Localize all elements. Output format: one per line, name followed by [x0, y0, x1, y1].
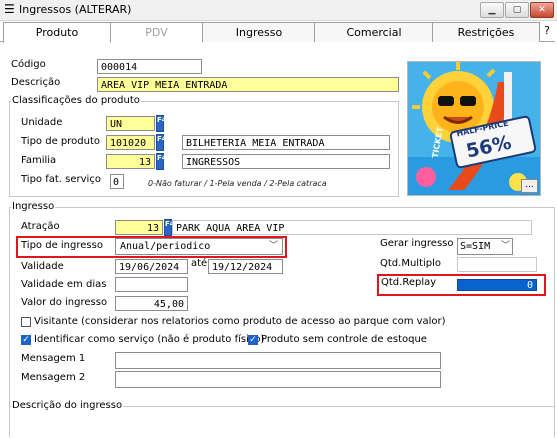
identificar-servico-label: Identificar como serviço (não é produto …: [34, 334, 265, 345]
chevron-down-icon: ﹀: [268, 241, 278, 251]
validade-label: Validade: [21, 261, 64, 272]
validade-de-field[interactable]: 19/06/2024: [115, 259, 188, 274]
familia-code-field[interactable]: 13: [106, 154, 155, 169]
tipo-produto-desc-field: BILHETERIA MEIA ENTRADA: [182, 135, 390, 150]
tipo-fat-label: Tipo fat. serviço: [21, 174, 101, 185]
tipo-fat-field[interactable]: 0: [110, 174, 124, 189]
validade-dias-field[interactable]: [115, 277, 188, 292]
chevron-down-icon: ﹀: [500, 241, 510, 251]
unidade-label: Unidade: [21, 117, 63, 128]
valor-ingresso-field[interactable]: 45,00: [115, 296, 188, 311]
descricao-field[interactable]: AREA VIP MEIA ENTRADA: [97, 77, 399, 92]
unidade-field[interactable]: UN: [106, 116, 155, 131]
atracao-lookup-button[interactable]: F4: [164, 219, 175, 236]
atracao-code-field[interactable]: 13: [115, 220, 163, 235]
descricao-label: Descrição: [11, 77, 61, 88]
image-browse-button[interactable]: ...: [521, 179, 538, 193]
atracao-label: Atração: [21, 221, 60, 232]
sem-estoque-label: Produto sem controle de estoque: [261, 334, 427, 345]
gerar-ingresso-select[interactable]: S=SIM ﹀: [457, 238, 513, 255]
tab-produto[interactable]: Produto: [3, 22, 111, 43]
familia-desc-field: INGRESSOS: [182, 154, 390, 169]
gerar-ingresso-label: Gerar ingresso: [380, 238, 454, 249]
qtd-replay-label: Qtd.Replay: [381, 277, 437, 288]
mensagem1-field[interactable]: [115, 352, 441, 369]
gerar-ingresso-value: S=SIM: [460, 241, 491, 252]
mensagem2-field[interactable]: [115, 371, 441, 388]
tab-ingresso[interactable]: Ingresso: [202, 22, 316, 42]
qtd-multiplo-field[interactable]: [457, 257, 537, 272]
close-button[interactable]: ✕: [530, 2, 554, 18]
tipo-produto-label: Tipo de produto: [21, 136, 100, 147]
codigo-field[interactable]: 000014: [97, 59, 202, 74]
sem-estoque-checkbox[interactable]: ✓: [248, 335, 258, 345]
familia-label: Familia: [21, 155, 57, 166]
qtd-replay-field[interactable]: 0: [457, 279, 537, 291]
tipo-fat-hint: 0-Não faturar / 1-Pela venda / 2-Pela ca…: [148, 179, 327, 188]
tab-comercial[interactable]: Comercial: [314, 22, 434, 42]
unidade-lookup-button[interactable]: F4: [156, 115, 167, 132]
tipo-produto-code-field[interactable]: 101020: [106, 135, 155, 150]
validade-ate-label: até: [191, 258, 208, 269]
validade-dias-label: Validade em dias: [21, 279, 107, 290]
identificar-servico-checkbox[interactable]: ✓: [21, 335, 31, 345]
valor-ingresso-label: Valor do ingresso: [21, 297, 108, 308]
product-image: HALF-PRICE 56% TICKET ...: [407, 61, 541, 196]
visitante-label: Visitante (considerar nos relatorios com…: [34, 316, 446, 327]
maximize-button[interactable]: ▢: [505, 2, 529, 18]
qtd-multiplo-label: Qtd.Multiplo: [380, 258, 442, 269]
mensagem2-label: Mensagem 2: [21, 372, 86, 383]
tipo-produto-lookup-button[interactable]: F4: [156, 134, 167, 151]
tipo-ingresso-label: Tipo de ingresso: [21, 240, 103, 251]
mensagem1-label: Mensagem 1: [21, 353, 86, 364]
minimize-button[interactable]: ▁: [480, 2, 504, 18]
ingresso-group-title: Ingresso: [11, 201, 56, 212]
help-icon[interactable]: ?: [540, 23, 554, 39]
validade-ate-field[interactable]: 19/12/2024: [208, 259, 283, 274]
atracao-desc-field: PARK AQUA AREA VIP: [172, 220, 532, 235]
familia-lookup-button[interactable]: F4: [156, 153, 167, 170]
window-title: Ingressos (ALTERAR): [19, 3, 132, 16]
tab-restricoes[interactable]: Restrições: [432, 22, 540, 42]
tipo-ingresso-select[interactable]: Anual/periodico ﹀: [115, 238, 283, 255]
classificacoes-group-title: Classificações do produto: [11, 95, 141, 106]
visitante-checkbox[interactable]: [21, 317, 31, 327]
codigo-label: Código: [11, 59, 46, 70]
window-menu-icon[interactable]: ☰: [4, 2, 16, 16]
tab-pdv[interactable]: PDV: [109, 22, 204, 42]
tipo-ingresso-value: Anual/periodico: [120, 241, 211, 252]
descricao-ingresso-title: Descrição do ingresso: [11, 400, 124, 411]
